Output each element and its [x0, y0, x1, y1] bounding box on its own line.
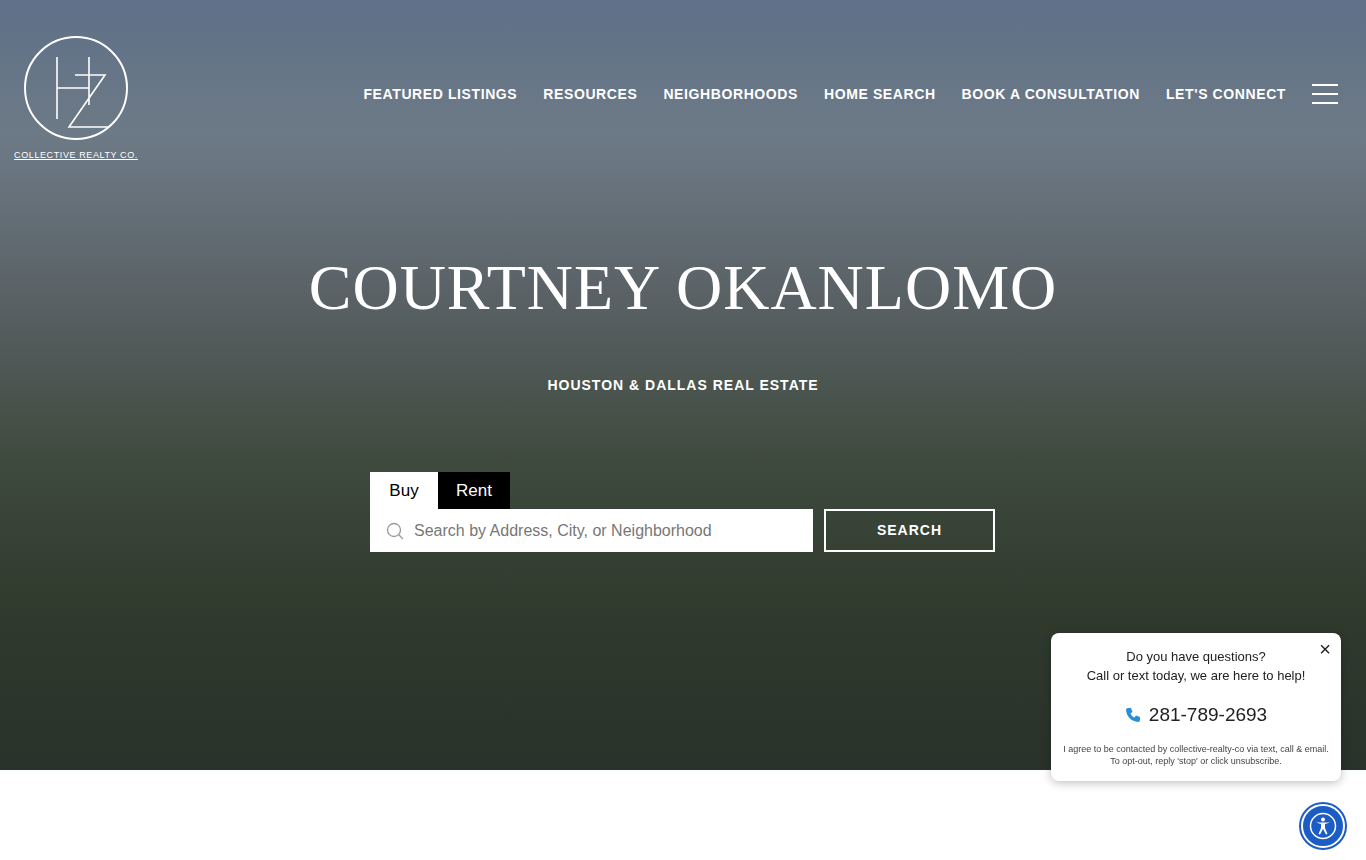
accessibility-icon: [1309, 812, 1337, 840]
search-tab[interactable]: Rent: [438, 472, 510, 510]
menu-button[interactable]: [1312, 83, 1338, 105]
hamburger-icon: [1312, 83, 1338, 105]
phone-link[interactable]: 281-789-2693: [1061, 701, 1331, 730]
logo[interactable]: COLLECTIVE REALTY CO.: [15, 35, 137, 163]
search-tab[interactable]: Buy: [370, 472, 438, 510]
contact-popup: ×Do you have questions?Call or text toda…: [1051, 633, 1341, 781]
logo-text: COLLECTIVE REALTY CO.: [14, 149, 138, 163]
hero-content: COURTNEY OKANLOMO HOUSTON & DALLAS REAL E…: [0, 163, 1366, 553]
phone-number: 281-789-2693: [1149, 701, 1267, 730]
popup-text: Call or text today, we are here to help!: [1061, 666, 1331, 685]
search-row: SEARCH: [370, 509, 996, 552]
search-box: BuyRentSEARCH: [370, 472, 996, 553]
nav-link[interactable]: LET'S CONNECT: [1166, 84, 1286, 105]
close-button[interactable]: ×: [1319, 639, 1331, 659]
search-tabs: BuyRent: [370, 472, 996, 510]
nav-link[interactable]: HOME SEARCH: [824, 84, 936, 105]
search-input[interactable]: [412, 518, 797, 544]
accessibility-button[interactable]: [1301, 804, 1345, 848]
nav-link[interactable]: RESOURCES: [543, 84, 637, 105]
nav-link[interactable]: FEATURED LISTINGS: [363, 84, 517, 105]
hero-title: COURTNEY OKANLOMO: [309, 253, 1058, 323]
hero-subtitle: HOUSTON & DALLAS REAL ESTATE: [547, 375, 818, 396]
search-field: [370, 509, 813, 552]
monogram-icon: [23, 35, 129, 141]
search-icon: [386, 522, 404, 540]
consent-text: I agree to be contacted by collective-re…: [1061, 743, 1331, 767]
site-header: COLLECTIVE REALTY CO. FEATURED LISTINGS RE…: [0, 0, 1366, 163]
main-nav: FEATURED LISTINGS RESOURCES NEIGHBORHOODS H…: [363, 35, 1338, 105]
nav-link[interactable]: BOOK A CONSULTATION: [962, 84, 1140, 105]
search-button[interactable]: SEARCH: [824, 509, 995, 552]
nav-link[interactable]: NEIGHBORHOODS: [663, 84, 798, 105]
phone-icon: [1125, 707, 1141, 723]
popup-heading: Do you have questions?: [1061, 647, 1331, 666]
